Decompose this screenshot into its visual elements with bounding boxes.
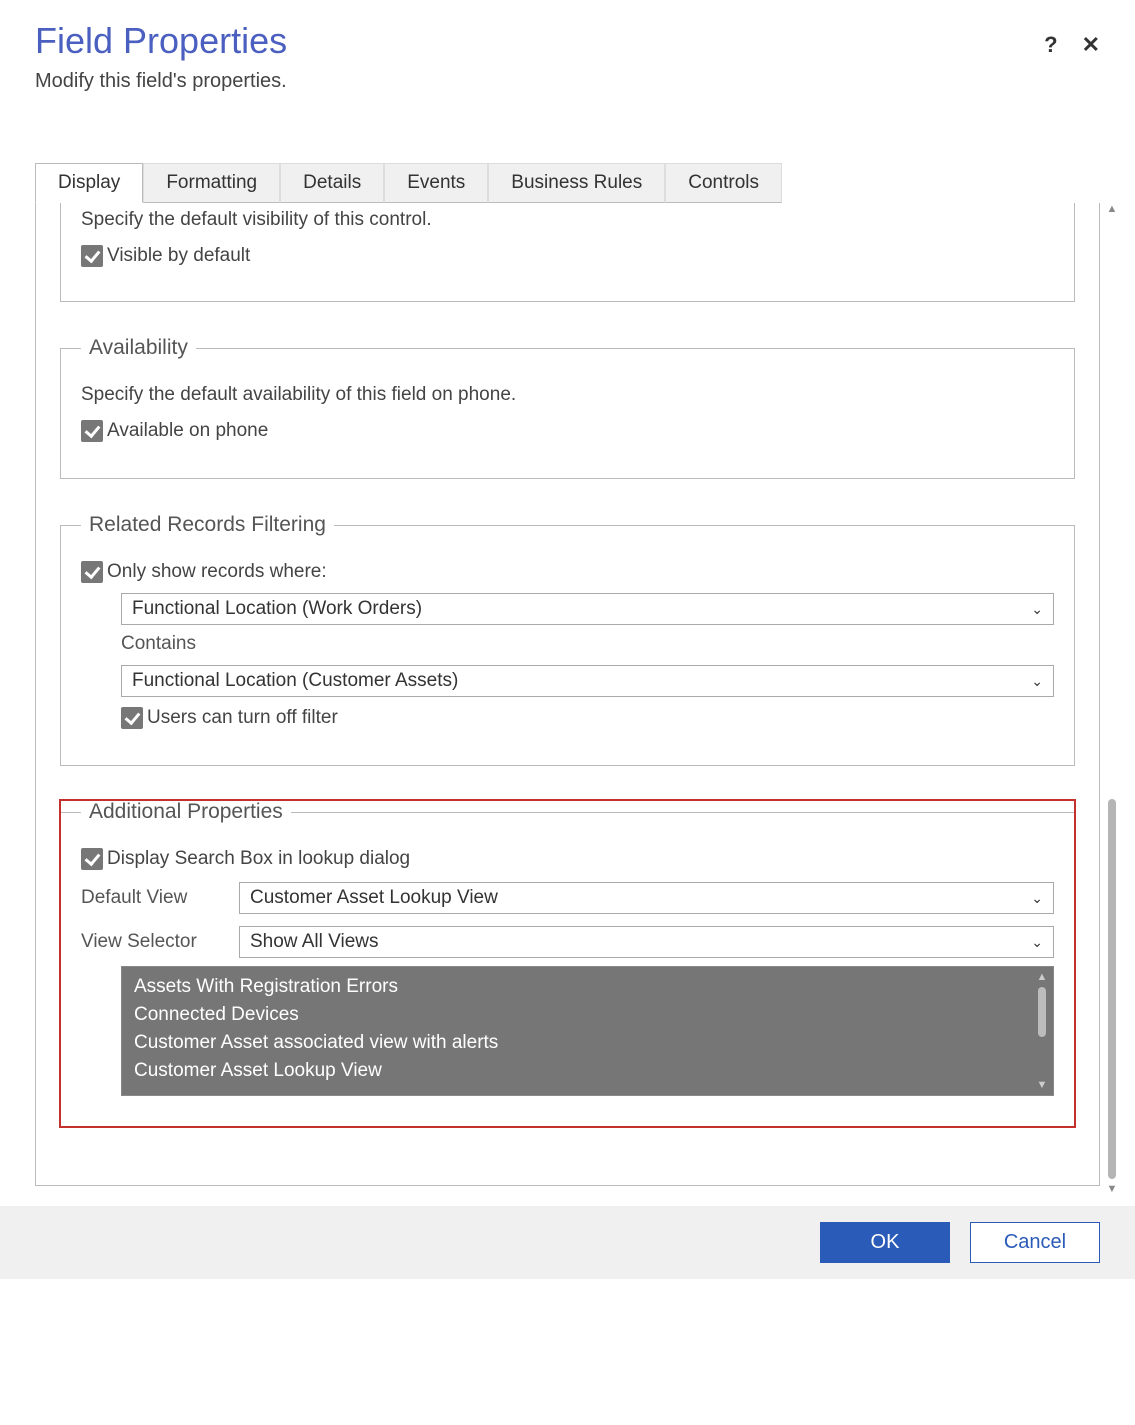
tabs: Display Formatting Details Events Busine… [35,163,1100,204]
visible-label: Visible by default [107,245,250,267]
related-select-1[interactable]: Functional Location (Work Orders) ⌄ [121,593,1054,625]
default-view-value: Customer Asset Lookup View [250,887,498,909]
chevron-down-icon: ⌄ [1031,934,1043,951]
scroll-thumb[interactable] [1108,799,1116,1179]
page-title: Field Properties [35,20,1044,62]
tab-business-rules[interactable]: Business Rules [488,163,665,203]
scroll-down-icon[interactable]: ▼ [1107,1183,1118,1195]
availability-section: Availability Specify the default availab… [60,336,1075,479]
display-searchbox-checkbox[interactable] [81,848,103,870]
list-item[interactable]: Customer Asset associated view with aler… [122,1029,1031,1057]
cancel-button[interactable]: Cancel [970,1222,1100,1263]
tab-display[interactable]: Display [35,163,143,203]
scroll-down-icon[interactable]: ▼ [1037,1079,1048,1091]
tab-controls[interactable]: Controls [665,163,782,203]
related-records-section: Related Records Filtering Only show reco… [60,513,1075,766]
dialog-footer: OK Cancel [0,1206,1135,1279]
availability-legend: Availability [81,336,196,360]
only-show-checkbox[interactable] [81,561,103,583]
visibility-desc: Specify the default visibility of this c… [81,209,1054,231]
related-select-2-value: Functional Location (Customer Assets) [132,670,458,692]
related-select-2[interactable]: Functional Location (Customer Assets) ⌄ [121,665,1054,697]
contains-label: Contains [121,633,1054,655]
only-show-label: Only show records where: [107,561,327,583]
default-view-select[interactable]: Customer Asset Lookup View ⌄ [239,882,1054,914]
scrollbar[interactable]: ▲ ▼ [1103,203,1121,1195]
visible-checkbox[interactable] [81,245,103,267]
view-selector-value: Show All Views [250,931,379,953]
page-subtitle: Modify this field's properties. [35,70,1044,93]
additional-properties-section: Additional Properties Display Search Box… [60,800,1075,1127]
ok-button[interactable]: OK [820,1222,950,1263]
tab-formatting[interactable]: Formatting [143,163,280,203]
view-selector-select[interactable]: Show All Views ⌄ [239,926,1054,958]
scroll-up-icon[interactable]: ▲ [1107,203,1118,215]
close-icon[interactable]: ✕ [1082,32,1100,58]
related-select-1-value: Functional Location (Work Orders) [132,598,422,620]
views-listbox[interactable]: Assets With Registration Errors Connecte… [121,966,1054,1096]
list-item[interactable]: Connected Devices [122,1001,1031,1029]
related-legend: Related Records Filtering [81,513,334,537]
listbox-scrollbar[interactable]: ▲ ▼ [1031,967,1053,1095]
chevron-down-icon: ⌄ [1031,890,1043,907]
additional-legend: Additional Properties [81,800,291,824]
list-item[interactable]: Assets With Registration Errors [122,973,1031,1001]
available-phone-checkbox[interactable] [81,420,103,442]
availability-desc: Specify the default availability of this… [81,384,1054,406]
tab-details[interactable]: Details [280,163,384,203]
chevron-down-icon: ⌄ [1031,673,1043,690]
listbox-scroll-thumb[interactable] [1038,987,1046,1037]
turnoff-filter-checkbox[interactable] [121,707,143,729]
chevron-down-icon: ⌄ [1031,601,1043,618]
dialog-header: Field Properties Modify this field's pro… [0,0,1135,103]
available-phone-label: Available on phone [107,420,268,442]
view-selector-label: View Selector [81,931,239,953]
visibility-section: Specify the default visibility of this c… [60,203,1075,302]
scroll-up-icon[interactable]: ▲ [1037,971,1048,983]
help-icon[interactable]: ? [1044,32,1057,58]
default-view-label: Default View [81,887,239,909]
list-item[interactable]: Customer Asset Lookup View [122,1057,1031,1085]
tab-events[interactable]: Events [384,163,488,203]
turnoff-filter-label: Users can turn off filter [147,707,338,729]
display-searchbox-label: Display Search Box in lookup dialog [107,848,410,870]
